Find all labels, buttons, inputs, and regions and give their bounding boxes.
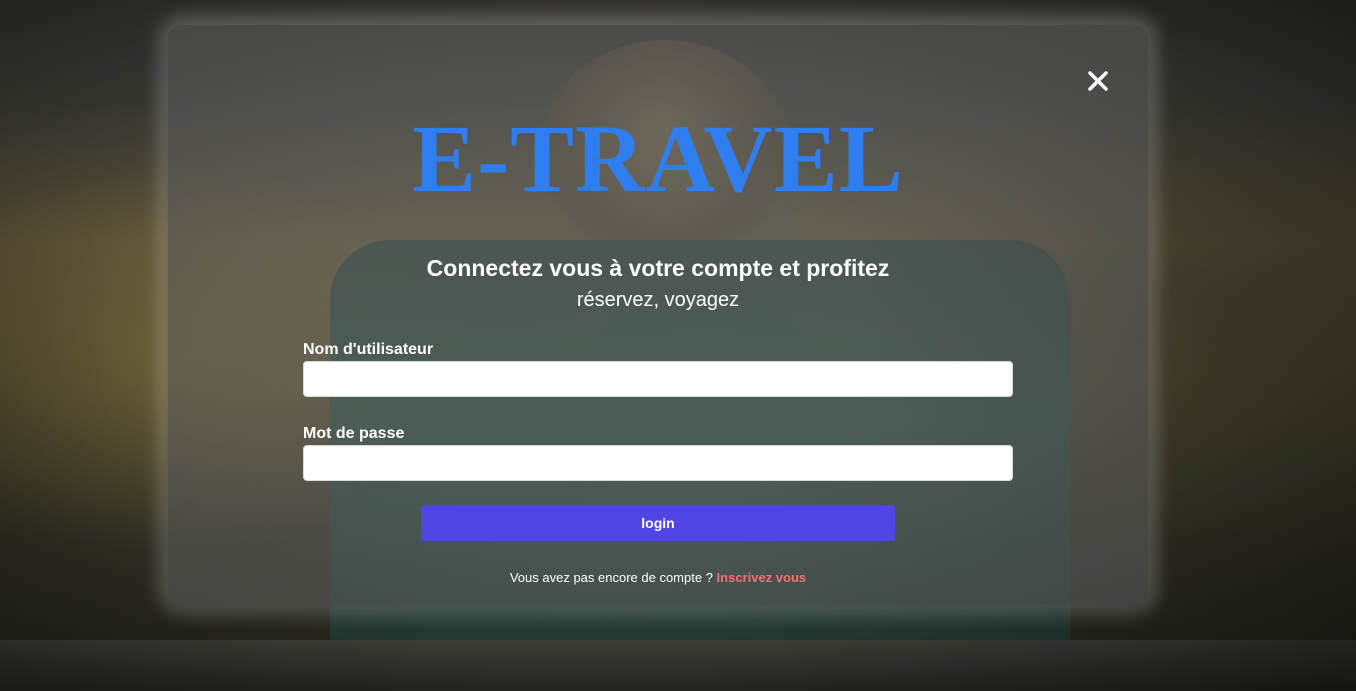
brand-logo-text: E-TRAVEL xyxy=(412,105,904,212)
username-input[interactable] xyxy=(303,361,1013,397)
login-button[interactable]: login xyxy=(421,505,895,541)
signup-link[interactable]: Inscrivez vous xyxy=(717,570,807,585)
close-icon xyxy=(1088,71,1108,91)
page-title: Connectez vous à votre compte et profite… xyxy=(426,255,890,281)
password-label: Mot de passe xyxy=(303,425,405,442)
signup-prompt: Vous avez pas encore de compte ? Inscriv… xyxy=(168,570,1148,585)
username-label: Nom d'utilisateur xyxy=(303,341,434,358)
page-subtitle: réservez, voyagez xyxy=(576,289,740,311)
login-modal: E-TRAVEL Connectez vous à votre compte e… xyxy=(168,25,1148,605)
close-button[interactable] xyxy=(1086,69,1110,93)
password-input[interactable] xyxy=(303,445,1013,481)
signup-prompt-text: Vous avez pas encore de compte ? xyxy=(509,570,713,585)
